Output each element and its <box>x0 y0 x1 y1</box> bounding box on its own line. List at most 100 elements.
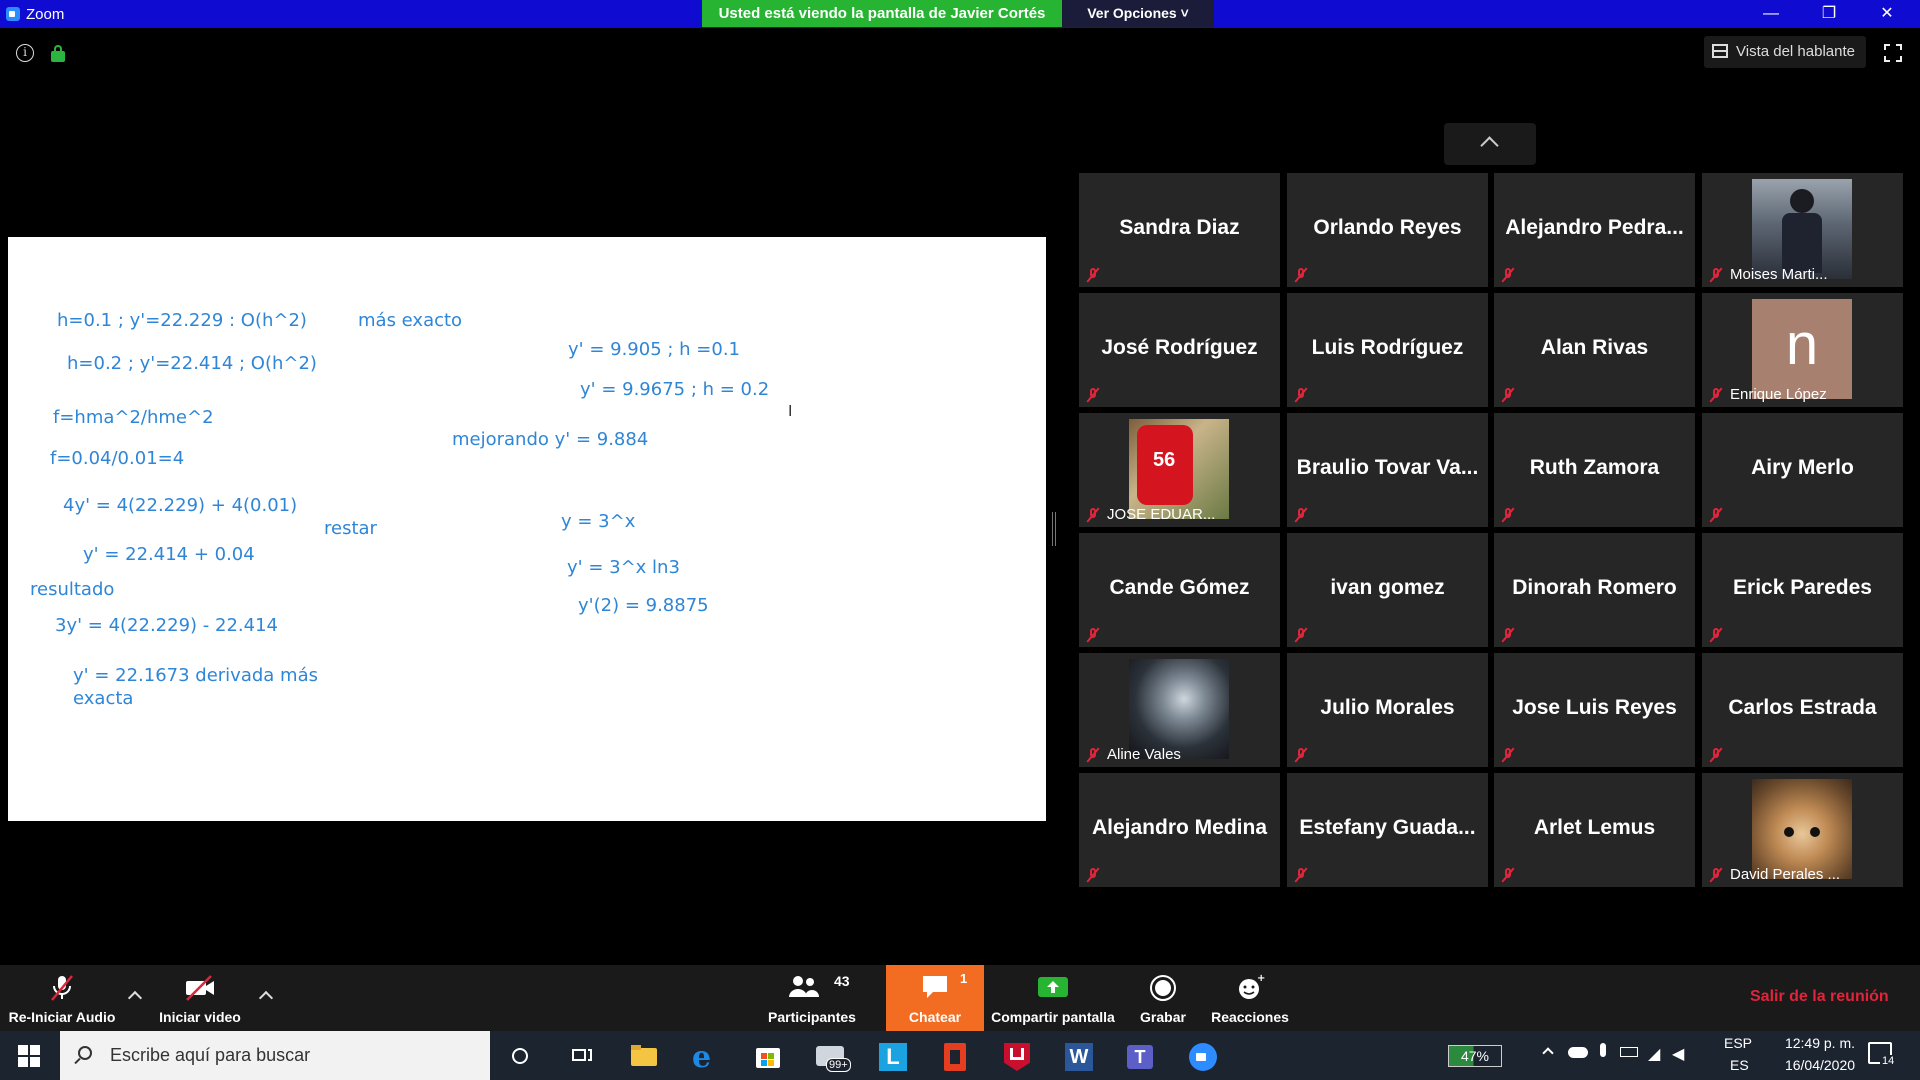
participant-tile[interactable]: Alejandro Medina <box>1079 773 1280 887</box>
participant-tile[interactable]: Estefany Guada... <box>1287 773 1488 887</box>
participant-tile[interactable]: José Rodríguez <box>1079 293 1280 407</box>
participant-tile[interactable]: Orlando Reyes <box>1287 173 1488 287</box>
participant-name: Cande Gómez <box>1109 576 1250 599</box>
participant-tile[interactable]: Julio Morales <box>1287 653 1488 767</box>
title-bar: Zoom Usted está viendo la pantalla de Ja… <box>0 0 1920 28</box>
participant-tile[interactable]: Aline Vales <box>1079 653 1280 767</box>
taskbar-search-box[interactable]: Escribe aquí para buscar <box>60 1031 490 1080</box>
teams-icon[interactable]: T <box>1124 1040 1156 1072</box>
participant-tile[interactable]: Jose Luis Reyes <box>1494 653 1695 767</box>
participant-tile[interactable]: Dinorah Romero <box>1494 533 1695 647</box>
zoom-taskbar-icon[interactable] <box>1186 1040 1218 1072</box>
video-label: Iniciar video <box>159 1009 241 1025</box>
word-icon[interactable]: W <box>1062 1040 1094 1072</box>
minimize-button[interactable]: — <box>1748 0 1794 28</box>
participant-name: Alejandro Pedra... <box>1505 216 1684 239</box>
participants-button[interactable]: 43 Participantes <box>764 965 860 1031</box>
office-icon[interactable] <box>938 1040 970 1072</box>
language-top[interactable]: ESP <box>1724 1035 1752 1051</box>
language-bottom[interactable]: ES <box>1730 1057 1749 1073</box>
tray-chevron-icon[interactable] <box>1542 1047 1554 1059</box>
participant-tile[interactable]: Braulio Tovar Va... <box>1287 413 1488 527</box>
mic-muted-icon <box>1708 387 1724 403</box>
cortana-icon[interactable] <box>504 1040 536 1072</box>
audio-options-caret-icon[interactable] <box>127 990 143 1006</box>
clock-time[interactable]: 12:49 p. m. <box>1770 1035 1870 1051</box>
participant-tile[interactable]: Arlet Lemus <box>1494 773 1695 887</box>
clock-date[interactable]: 16/04/2020 <box>1770 1057 1870 1073</box>
whiteboard-line: y'(2) = 9.8875 <box>578 595 709 616</box>
participants-label: Participantes <box>768 1009 856 1025</box>
video-off-icon <box>186 975 214 1001</box>
participant-tile[interactable]: ivan gomez <box>1287 533 1488 647</box>
wifi-icon[interactable]: ◢ <box>1648 1044 1660 1064</box>
participant-tile[interactable]: Alejandro Pedra... <box>1494 173 1695 287</box>
file-explorer-icon[interactable] <box>627 1040 659 1072</box>
leave-meeting-button[interactable]: Salir de la reunión <box>1750 988 1889 1006</box>
view-options-button[interactable]: Ver Opciones ˅ <box>1062 0 1214 27</box>
battery-indicator[interactable]: 47% <box>1448 1031 1508 1080</box>
whiteboard-line: y' = 9.905 ; h =0.1 <box>568 339 741 360</box>
gallery-page-up-button[interactable] <box>1444 123 1536 165</box>
participant-tile[interactable]: Sandra Diaz <box>1079 173 1280 287</box>
speaker-view-button[interactable]: Vista del hablante <box>1704 36 1866 68</box>
mcafee-icon[interactable] <box>1000 1040 1032 1072</box>
record-button[interactable]: Grabar <box>1128 965 1198 1031</box>
video-button[interactable]: Iniciar video <box>150 965 250 1031</box>
participants-count: 43 <box>834 973 850 989</box>
restore-button[interactable]: ❐ <box>1806 0 1852 28</box>
mic-muted-icon <box>1500 867 1516 883</box>
participant-name: Sandra Diaz <box>1119 216 1240 239</box>
windows-start-icon[interactable] <box>18 1045 40 1067</box>
zoom-window: Zoom Usted está viendo la pantalla de Ja… <box>0 0 1920 1080</box>
store-icon[interactable] <box>752 1040 784 1072</box>
whiteboard-line: 3y' = 4(22.229) - 22.414 <box>55 615 278 636</box>
participant-name: Orlando Reyes <box>1313 216 1462 239</box>
participant-tile[interactable]: David Perales ... <box>1702 773 1903 887</box>
participant-tile[interactable]: Cande Gómez <box>1079 533 1280 647</box>
info-icon[interactable]: i <box>16 44 34 62</box>
participant-name: Julio Morales <box>1320 696 1455 719</box>
chat-icon <box>923 976 947 998</box>
video-options-caret-icon[interactable] <box>258 990 274 1006</box>
participant-tile[interactable]: Alan Rivas <box>1494 293 1695 407</box>
participant-tile[interactable]: Ruth Zamora <box>1494 413 1695 527</box>
edge-browser-icon[interactable]: e <box>690 1040 722 1075</box>
reactions-button[interactable]: + Reacciones <box>1208 965 1292 1031</box>
participant-name: Moises Marti... <box>1730 266 1828 283</box>
whiteboard-line: y' = 9.9675 ; h = 0.2 <box>580 379 770 400</box>
audio-button[interactable]: Re-Iniciar Audio <box>0 965 124 1031</box>
search-placeholder: Escribe aquí para buscar <box>110 1045 311 1065</box>
participant-tile[interactable]: n Enrique López <box>1702 293 1903 407</box>
participants-icon <box>789 976 819 997</box>
onedrive-icon[interactable] <box>1568 1047 1588 1058</box>
microphone-icon[interactable] <box>1600 1043 1606 1057</box>
participant-tile[interactable]: 56 JOSE EDUAR... <box>1079 413 1280 527</box>
participant-tile[interactable]: Airy Merlo <box>1702 413 1903 527</box>
participant-tile[interactable]: Erick Paredes <box>1702 533 1903 647</box>
mic-muted-icon <box>1708 627 1724 643</box>
fullscreen-icon[interactable] <box>1883 43 1903 63</box>
reactions-icon: + <box>1239 973 1265 999</box>
participant-name: Jose Luis Reyes <box>1512 696 1677 719</box>
mic-muted-icon <box>1500 387 1516 403</box>
participant-tile[interactable]: Moises Marti... <box>1702 173 1903 287</box>
chat-button[interactable]: 1 Chatear <box>886 965 984 1031</box>
mic-muted-icon <box>1500 267 1516 283</box>
mic-muted-icon <box>1085 387 1101 403</box>
volume-icon[interactable]: ◀ <box>1672 1044 1684 1064</box>
participant-tile[interactable]: Luis Rodríguez <box>1287 293 1488 407</box>
split-divider-handle[interactable] <box>1052 512 1056 546</box>
mail-icon[interactable]: 99+ <box>814 1040 851 1072</box>
zoom-app-icon <box>6 7 20 21</box>
close-button[interactable]: ✕ <box>1864 0 1910 28</box>
l-app-icon[interactable]: L <box>876 1040 908 1072</box>
task-view-icon[interactable] <box>566 1040 598 1072</box>
mic-muted-icon <box>1500 627 1516 643</box>
participant-name: Luis Rodríguez <box>1311 336 1464 359</box>
lock-icon[interactable] <box>50 44 68 62</box>
participant-tile[interactable]: Carlos Estrada <box>1702 653 1903 767</box>
share-screen-button[interactable]: Compartir pantalla <box>990 965 1116 1031</box>
mic-muted-icon <box>1085 867 1101 883</box>
battery-icon[interactable] <box>1620 1047 1638 1057</box>
